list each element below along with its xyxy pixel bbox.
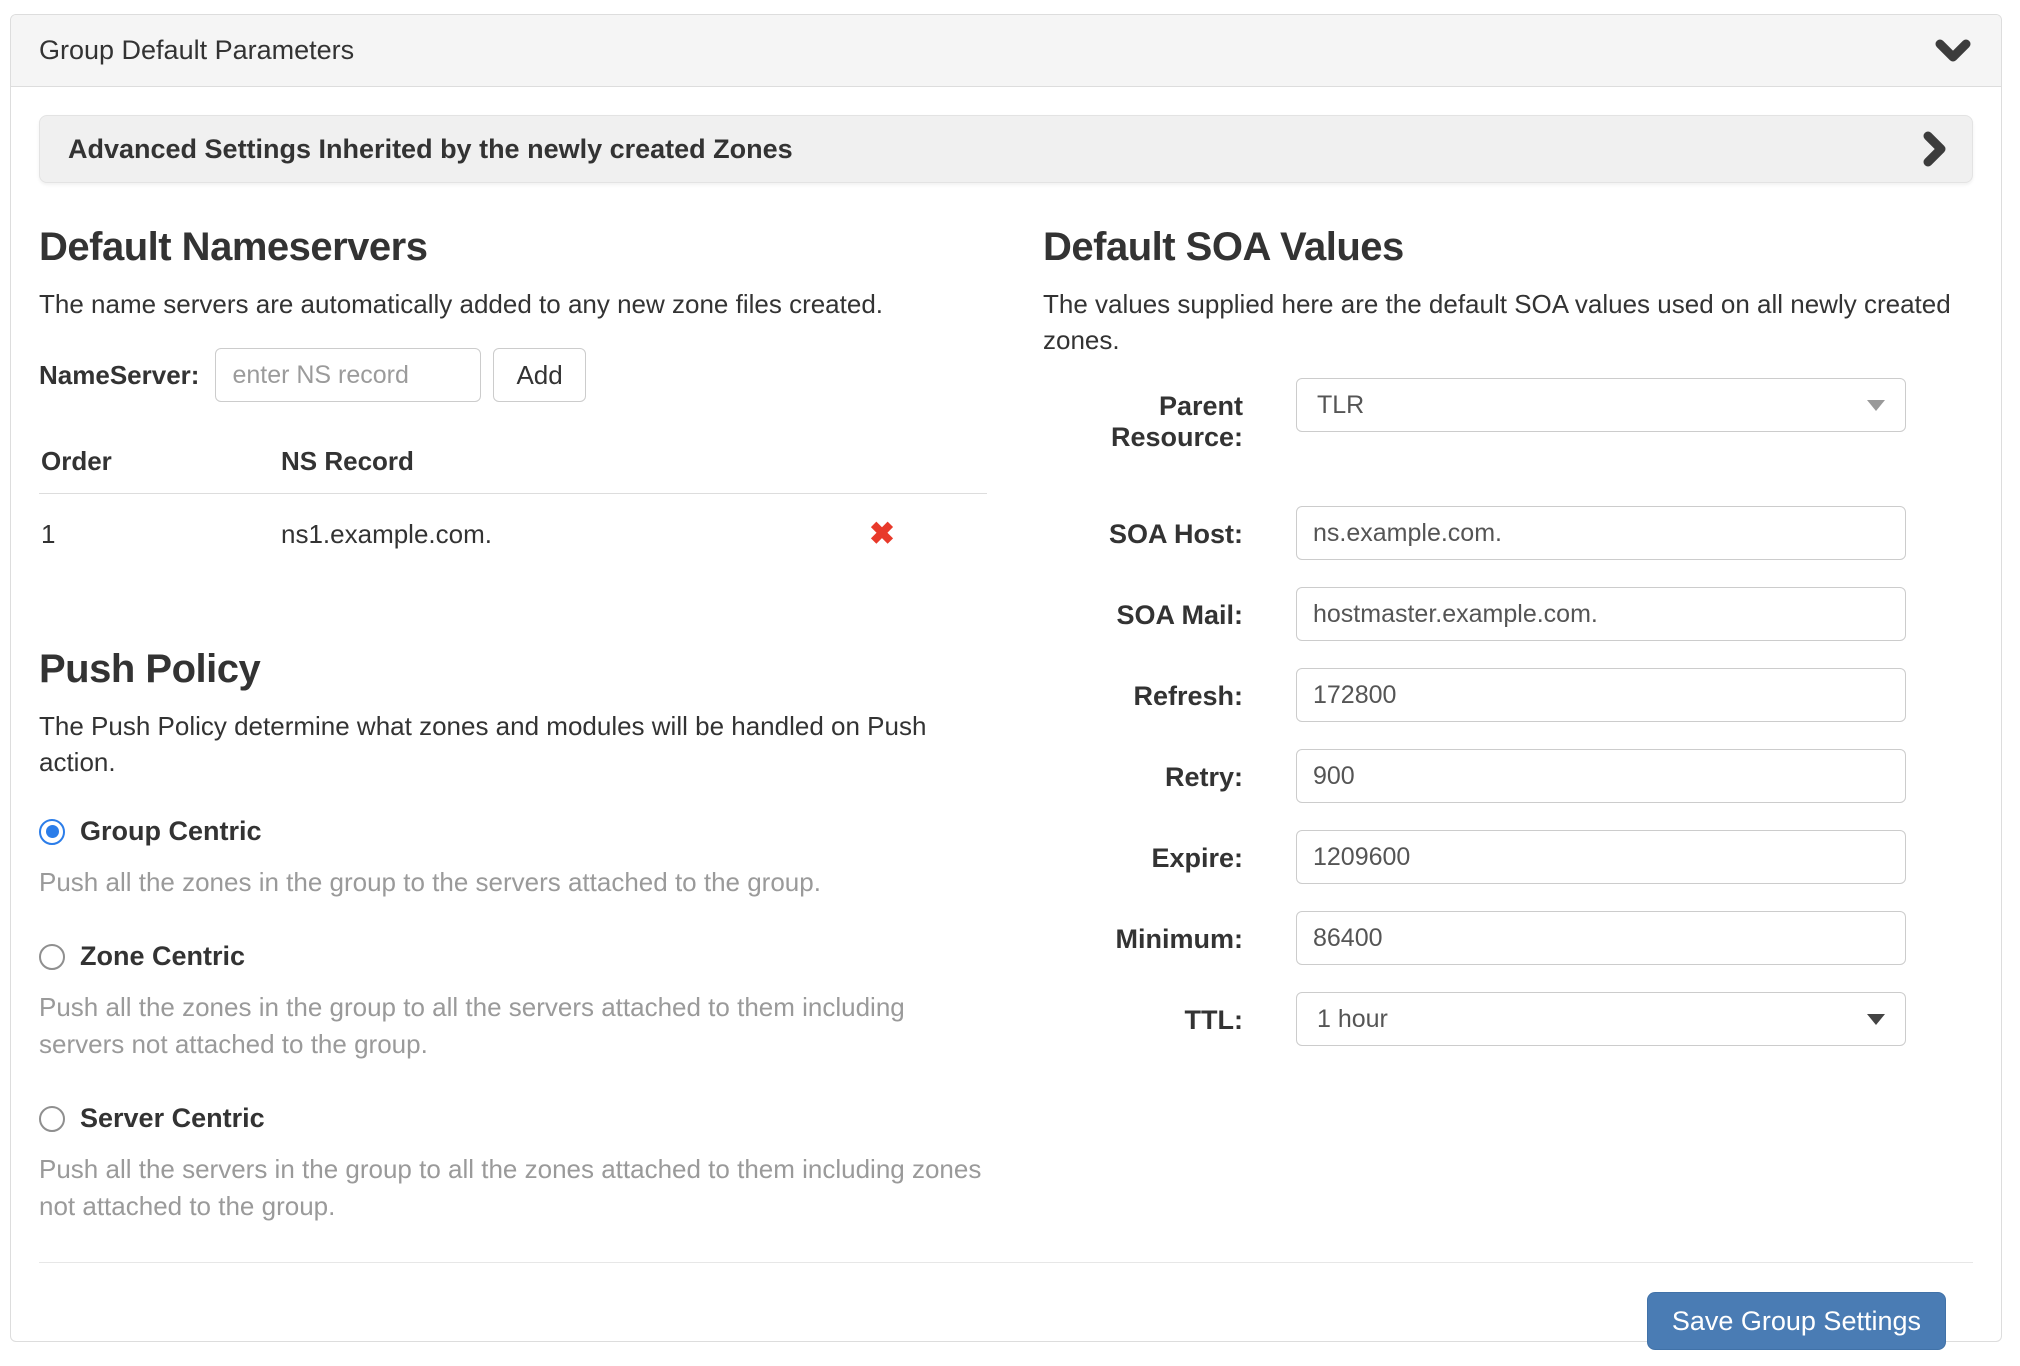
radio-label[interactable]: Server Centric bbox=[80, 1103, 265, 1134]
expire-input[interactable] bbox=[1296, 830, 1906, 884]
parent-resource-label: Parent Resource: bbox=[1043, 378, 1243, 453]
retry-input[interactable] bbox=[1296, 749, 1906, 803]
refresh-input[interactable] bbox=[1296, 668, 1906, 722]
advanced-settings-bar[interactable]: Advanced Settings Inherited by the newly… bbox=[39, 115, 1973, 183]
nameserver-input[interactable] bbox=[215, 348, 481, 402]
push-policy-description: The Push Policy determine what zones and… bbox=[39, 708, 987, 780]
radio-group-centric[interactable]: Group Centric bbox=[39, 816, 987, 847]
panel-header-toggle[interactable]: Group Default Parameters bbox=[11, 15, 2001, 87]
radio-label[interactable]: Zone Centric bbox=[80, 941, 245, 972]
expire-label: Expire: bbox=[1043, 830, 1243, 874]
ttl-label: TTL: bbox=[1043, 992, 1243, 1036]
caret-down-icon bbox=[1867, 1014, 1885, 1025]
chevron-down-icon[interactable] bbox=[1935, 38, 1971, 64]
minimum-input[interactable] bbox=[1296, 911, 1906, 965]
table-header-order: Order bbox=[39, 434, 279, 494]
radio-zone-centric[interactable]: Zone Centric bbox=[39, 941, 987, 972]
push-policy-option-group-centric: Group Centric Push all the zones in the … bbox=[39, 816, 987, 901]
parent-resource-value: TLR bbox=[1317, 391, 1364, 420]
radio-description: Push all the servers in the group to all… bbox=[39, 1151, 987, 1225]
radio-button-icon[interactable] bbox=[39, 944, 65, 970]
table-header-ns-record: NS Record bbox=[279, 434, 732, 494]
push-policy-option-zone-centric: Zone Centric Push all the zones in the g… bbox=[39, 941, 987, 1063]
table-row: 1 ns1.example.com. ✖ bbox=[39, 494, 987, 562]
ttl-select[interactable]: 1 hour bbox=[1296, 992, 1906, 1046]
radio-server-centric[interactable]: Server Centric bbox=[39, 1103, 987, 1134]
advanced-settings-label: Advanced Settings Inherited by the newly… bbox=[68, 134, 793, 165]
caret-down-icon bbox=[1867, 400, 1885, 411]
minimum-label: Minimum: bbox=[1043, 911, 1243, 955]
radio-description: Push all the zones in the group to the s… bbox=[39, 864, 987, 901]
ns-order-cell: 1 bbox=[39, 494, 279, 562]
retry-label: Retry: bbox=[1043, 749, 1243, 793]
soa-host-input[interactable] bbox=[1296, 506, 1906, 560]
nameserver-table: Order NS Record 1 ns1.example.com. ✖ bbox=[39, 434, 987, 561]
radio-description: Push all the zones in the group to all t… bbox=[39, 989, 987, 1063]
radio-button-icon[interactable] bbox=[39, 819, 65, 845]
refresh-label: Refresh: bbox=[1043, 668, 1243, 712]
soa-mail-input[interactable] bbox=[1296, 587, 1906, 641]
soa-description: The values supplied here are the default… bbox=[1043, 286, 1973, 358]
soa-mail-label: SOA Mail: bbox=[1043, 587, 1243, 631]
soa-host-label: SOA Host: bbox=[1043, 506, 1243, 550]
parent-resource-select[interactable]: TLR bbox=[1296, 378, 1906, 432]
push-policy-heading: Push Policy bbox=[39, 647, 987, 692]
radio-label[interactable]: Group Centric bbox=[80, 816, 262, 847]
ns-record-cell: ns1.example.com. bbox=[279, 494, 732, 562]
default-soa-values-heading: Default SOA Values bbox=[1043, 225, 1973, 270]
group-default-parameters-panel: Group Default Parameters Advanced Settin… bbox=[10, 14, 2002, 1342]
nameservers-description: The name servers are automatically added… bbox=[39, 286, 987, 322]
nameserver-field-label: NameServer: bbox=[39, 360, 199, 391]
panel-title: Group Default Parameters bbox=[39, 35, 354, 66]
push-policy-option-server-centric: Server Centric Push all the servers in t… bbox=[39, 1103, 987, 1225]
default-nameservers-heading: Default Nameservers bbox=[39, 225, 987, 270]
delete-nameserver-icon[interactable]: ✖ bbox=[869, 518, 895, 549]
save-group-settings-button[interactable]: Save Group Settings bbox=[1647, 1292, 1946, 1350]
add-nameserver-button[interactable]: Add bbox=[493, 348, 585, 402]
chevron-right-icon[interactable] bbox=[1922, 131, 1946, 167]
ttl-value: 1 hour bbox=[1317, 1005, 1388, 1034]
radio-button-icon[interactable] bbox=[39, 1106, 65, 1132]
